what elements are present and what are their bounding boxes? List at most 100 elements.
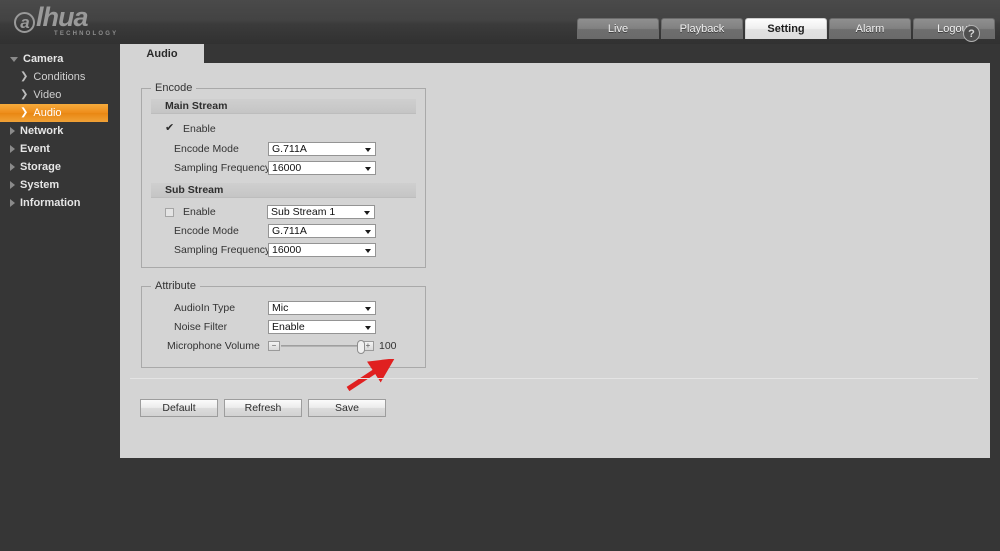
sidebar-item-system[interactable]: System [0, 176, 120, 194]
sidebar-item-storage[interactable]: Storage [0, 158, 120, 176]
save-button[interactable]: Save [308, 399, 386, 417]
sidebar-label-system: System [20, 179, 60, 191]
triangle-right-icon [10, 199, 15, 207]
microphone-volume-slider[interactable]: − + 100 [268, 340, 397, 354]
sidebar-label-camera: Camera [23, 53, 64, 65]
main-stream-sampling-label: Sampling Frequency [174, 162, 271, 174]
microphone-volume-label: Microphone Volume [167, 340, 260, 352]
main-stream-sampling-select[interactable]: 16000 [268, 161, 376, 175]
sidebar-item-audio[interactable]: ❯ Audio [0, 104, 108, 122]
default-button[interactable]: Default [140, 399, 218, 417]
triangle-right-icon [10, 127, 15, 135]
main-stream-encode-mode-value: G.711A [272, 143, 307, 155]
sub-stream-encode-mode-select[interactable]: G.711A [268, 224, 376, 238]
main-stream-encode-mode-row: Encode Mode G.711A [174, 140, 376, 158]
volume-slider-track[interactable] [281, 340, 365, 354]
microphone-volume-row: Microphone Volume − + 100 [167, 337, 397, 355]
sub-stream-select-value: Sub Stream 1 [271, 206, 336, 218]
noise-filter-row: Noise Filter Enable [174, 318, 376, 336]
chevron-right-icon: ❯ [20, 71, 29, 82]
top-navigation: Live Playback Setting Alarm Logout [575, 18, 995, 39]
help-icon[interactable]: ? [963, 25, 980, 42]
sub-stream-header: Sub Stream [151, 183, 416, 198]
nav-tab-playback[interactable]: Playback [661, 18, 743, 39]
sidebar-label-network: Network [20, 125, 64, 137]
audioin-type-row: AudioIn Type Mic [174, 299, 376, 317]
noise-filter-label: Noise Filter [174, 321, 228, 333]
sidebar-label-conditions: Conditions [33, 71, 86, 83]
sidebar-item-information[interactable]: Information [0, 194, 120, 212]
sub-stream-enable-label: Enable [183, 206, 216, 218]
triangle-right-icon [10, 163, 15, 171]
main-stream-header: Main Stream [151, 99, 416, 114]
nav-tab-logout[interactable]: Logout [913, 18, 995, 39]
sub-stream-sampling-select[interactable]: 16000 [268, 243, 376, 257]
sidebar-label-event: Event [20, 143, 50, 155]
sidebar-label-video: Video [33, 89, 62, 101]
sidebar-label-storage: Storage [20, 161, 61, 173]
main-stream-enable-row: Enable [165, 120, 216, 138]
triangle-right-icon [10, 181, 15, 189]
encode-fieldset: Encode Main Stream Enable Encode Mode G.… [141, 82, 426, 268]
nav-tab-alarm[interactable]: Alarm [829, 18, 911, 39]
volume-slider-thumb[interactable] [357, 340, 365, 354]
refresh-button[interactable]: Refresh [224, 399, 302, 417]
content-panel: Audio ? Encode Main Stream Enable Encode… [120, 25, 990, 458]
attribute-legend: Attribute [151, 280, 200, 292]
sub-stream-encode-mode-label: Encode Mode [174, 225, 239, 237]
triangle-right-icon [10, 145, 15, 153]
section-divider [130, 378, 978, 379]
encode-legend: Encode [151, 82, 197, 94]
sidebar-label-information: Information [20, 197, 81, 209]
sidebar-item-video[interactable]: ❯ Video [0, 86, 120, 104]
chevron-down-icon [365, 167, 371, 171]
audioin-type-value: Mic [272, 302, 289, 314]
audio-settings-form: Encode Main Stream Enable Encode Mode G.… [120, 63, 990, 458]
chevron-down-icon [365, 307, 371, 311]
chevron-right-icon: ❯ [20, 89, 29, 100]
chevron-right-icon: ❯ [20, 107, 29, 118]
app-header: a lhua TECHNOLOGY Live Playback Setting A… [0, 0, 1000, 44]
volume-value: 100 [379, 340, 397, 352]
sidebar-item-conditions[interactable]: ❯ Conditions [0, 68, 120, 86]
noise-filter-select[interactable]: Enable [268, 320, 376, 334]
nav-tab-setting[interactable]: Setting [745, 18, 827, 39]
chevron-down-icon [365, 326, 371, 330]
sidebar-item-network[interactable]: Network [0, 122, 120, 140]
chevron-down-icon [365, 230, 371, 234]
attribute-fieldset: Attribute AudioIn Type Mic Noise Filter … [141, 280, 426, 368]
chevron-down-icon [364, 211, 370, 215]
volume-decrease-button[interactable]: − [268, 341, 280, 351]
logo-text: lhua [36, 2, 89, 32]
sub-stream-sampling-row: Sampling Frequency 16000 [174, 241, 376, 259]
audioin-type-label: AudioIn Type [174, 302, 236, 314]
content-tabbar: Audio ? [120, 25, 990, 63]
sub-stream-select[interactable]: Sub Stream 1 [267, 205, 375, 219]
main-stream-encode-mode-label: Encode Mode [174, 143, 239, 155]
logo-wordmark: a lhua [12, 2, 130, 33]
sidebar-item-camera[interactable]: Camera [0, 50, 120, 68]
main-stream-enable-checkbox[interactable] [165, 121, 174, 134]
logo-circle-a: a [14, 12, 35, 33]
action-buttons: Default Refresh Save [140, 399, 392, 417]
sub-stream-encode-mode-value: G.711A [272, 225, 307, 237]
tab-audio[interactable]: Audio [120, 44, 204, 63]
logo-tagline: TECHNOLOGY [54, 31, 119, 37]
audioin-type-select[interactable]: Mic [268, 301, 376, 315]
chevron-down-icon [365, 249, 371, 253]
dahua-logo: a lhua TECHNOLOGY [12, 4, 130, 38]
nav-tab-live[interactable]: Live [577, 18, 659, 39]
sub-stream-enable-checkbox[interactable] [165, 207, 174, 217]
main-stream-sampling-row: Sampling Frequency 16000 [174, 159, 376, 177]
sidebar-item-event[interactable]: Event [0, 140, 120, 158]
sidebar-label-audio: Audio [33, 107, 62, 119]
triangle-down-icon [10, 56, 18, 62]
sub-stream-sampling-value: 16000 [272, 244, 302, 256]
main-stream-sampling-value: 16000 [272, 162, 302, 174]
sub-stream-sampling-label: Sampling Frequency [174, 244, 271, 256]
sub-stream-encode-mode-row: Encode Mode G.711A [174, 222, 376, 240]
noise-filter-value: Enable [272, 321, 305, 333]
main-stream-encode-mode-select[interactable]: G.711A [268, 142, 376, 156]
main-stream-enable-label: Enable [183, 123, 216, 135]
chevron-down-icon [365, 148, 371, 152]
